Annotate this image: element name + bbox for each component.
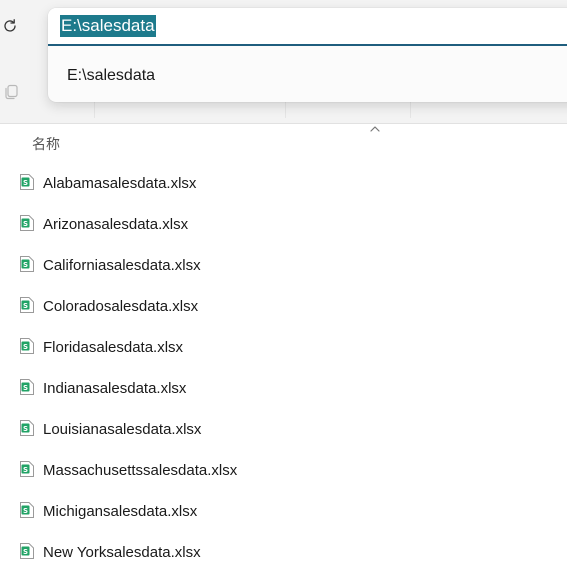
excel-file-icon: S xyxy=(20,174,34,190)
excel-file-icon: S xyxy=(20,338,34,354)
explorer-toolbar: E:\salesdata E:\salesdata xyxy=(0,0,567,124)
file-name: Alabamasalesdata.xlsx xyxy=(43,175,197,192)
file-row[interactable]: S Alabamasalesdata.xlsx xyxy=(0,163,567,204)
address-input[interactable]: E:\salesdata xyxy=(48,8,567,46)
file-row[interactable]: S Louisianasalesdata.xlsx xyxy=(0,409,567,450)
copy-button[interactable] xyxy=(0,80,22,104)
excel-file-icon: S xyxy=(20,461,34,477)
excel-file-icon: S xyxy=(20,297,34,313)
file-row[interactable]: S Indianasalesdata.xlsx xyxy=(0,368,567,409)
column-header-name[interactable]: 名称 xyxy=(32,134,60,154)
file-name: Arizonasalesdata.xlsx xyxy=(43,216,189,233)
file-name: Michigansalesdata.xlsx xyxy=(43,503,198,520)
svg-text:S: S xyxy=(23,261,28,269)
file-row[interactable]: S Michigansalesdata.xlsx xyxy=(0,491,567,532)
file-row[interactable]: S Floridasalesdata.xlsx xyxy=(0,327,567,368)
file-row[interactable]: S Arizonasalesdata.xlsx xyxy=(0,204,567,245)
file-name: Massachusettssalesdata.xlsx xyxy=(43,462,238,479)
svg-text:S: S xyxy=(23,179,28,187)
excel-file-icon: S xyxy=(20,502,34,518)
file-row[interactable]: S Massachusettssalesdata.xlsx xyxy=(0,450,567,491)
excel-file-icon: S xyxy=(20,420,34,436)
svg-text:S: S xyxy=(23,548,28,556)
sort-ascending-icon xyxy=(370,126,380,132)
copy-icon xyxy=(5,84,18,100)
file-name: Californiasalesdata.xlsx xyxy=(43,257,201,274)
excel-file-icon: S xyxy=(20,543,34,559)
svg-text:S: S xyxy=(23,343,28,351)
address-suggestion-item[interactable]: E:\salesdata xyxy=(48,62,567,90)
file-name: Indianasalesdata.xlsx xyxy=(43,380,187,397)
svg-text:S: S xyxy=(23,220,28,228)
file-row[interactable]: S New Yorksalesdata.xlsx xyxy=(0,532,567,573)
address-bar-dropdown: E:\salesdata E:\salesdata xyxy=(48,8,567,102)
file-name: Floridasalesdata.xlsx xyxy=(43,339,184,356)
svg-text:S: S xyxy=(23,384,28,392)
svg-text:S: S xyxy=(23,302,28,310)
excel-file-icon: S xyxy=(20,379,34,395)
svg-text:S: S xyxy=(23,466,28,474)
refresh-button[interactable] xyxy=(0,14,20,38)
file-name: Coloradosalesdata.xlsx xyxy=(43,298,199,315)
file-name: Louisianasalesdata.xlsx xyxy=(43,421,202,438)
svg-text:S: S xyxy=(23,425,28,433)
excel-file-icon: S xyxy=(20,256,34,272)
file-row[interactable]: S Californiasalesdata.xlsx xyxy=(0,245,567,286)
file-name: New Yorksalesdata.xlsx xyxy=(43,544,201,561)
refresh-icon xyxy=(4,19,16,32)
file-row[interactable]: S Coloradosalesdata.xlsx xyxy=(0,286,567,327)
address-input-value[interactable]: E:\salesdata xyxy=(60,15,156,37)
file-list: S Alabamasalesdata.xlsx S Arizonasalesda… xyxy=(0,163,567,573)
excel-file-icon: S xyxy=(20,215,34,231)
svg-text:S: S xyxy=(23,507,28,515)
